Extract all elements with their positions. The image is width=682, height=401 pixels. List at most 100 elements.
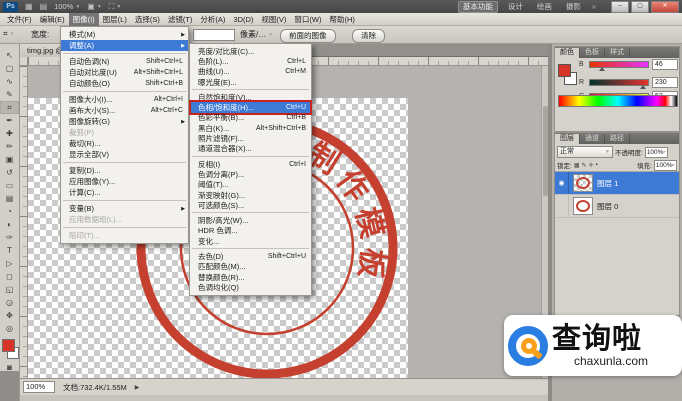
lock-pixels-icon[interactable]: ✎ xyxy=(581,162,586,169)
dodge-tool[interactable]: ◐ xyxy=(0,218,19,231)
layer-row-1[interactable]: ◉ 图层 1 xyxy=(555,172,679,195)
3d-camera-tool[interactable]: ◶ xyxy=(0,296,19,309)
slider-handle[interactable] xyxy=(640,85,646,89)
workspace-photography[interactable]: 摄影 xyxy=(562,2,585,12)
status-options-icon[interactable]: ▶ xyxy=(135,384,140,391)
channel-slider[interactable] xyxy=(589,79,649,86)
layer-row-0[interactable]: 图层 0 xyxy=(555,195,679,218)
zoom-tool[interactable]: ◎ xyxy=(0,322,19,335)
history-brush-tool[interactable]: ↺ xyxy=(0,166,19,179)
menu-edit[interactable]: 编辑(E) xyxy=(36,13,69,26)
menu-item[interactable]: 自动色调(N) Shift+Ctrl+L xyxy=(61,56,188,67)
menu-window[interactable]: 窗口(W) xyxy=(290,13,325,26)
eyedropper-tool[interactable]: ✒ xyxy=(0,114,19,127)
workspace-more-icon[interactable]: » xyxy=(592,2,596,11)
gradient-tool[interactable]: ▤ xyxy=(0,192,19,205)
menu-layer[interactable]: 图层(L) xyxy=(99,13,131,26)
menu-item[interactable]: 裁剪(P) xyxy=(61,127,188,138)
lock-position-icon[interactable]: ✛ xyxy=(589,162,594,169)
menu-item[interactable]: 应用数据组(L)... xyxy=(61,214,188,225)
menu-item[interactable]: 应用图像(Y)... xyxy=(61,176,188,187)
status-zoom-field[interactable]: 100% xyxy=(23,381,55,393)
menu-item[interactable]: 自动对比度(U) Alt+Shift+Ctrl+L xyxy=(61,67,188,78)
opacity-field[interactable]: 100% ▸ xyxy=(645,147,668,158)
tab-channels[interactable]: 通道 xyxy=(580,134,605,144)
menu-view[interactable]: 视图(V) xyxy=(257,13,290,26)
menu-item-mode[interactable]: 模式(M) ▶ xyxy=(61,29,188,40)
menu-item[interactable]: 自动颜色(O) Shift+Ctrl+B xyxy=(61,78,188,89)
pen-tool[interactable]: ✑ xyxy=(0,231,19,244)
menu-item[interactable]: 裁切(R)... xyxy=(61,138,188,149)
menu-item[interactable]: 图像大小(I)... Alt+Ctrl+I xyxy=(61,94,188,105)
clone-stamp-tool[interactable]: ▣ xyxy=(0,153,19,166)
menu-item[interactable]: 计算(C)... xyxy=(61,187,188,198)
zoom-level-control[interactable]: 100% ▼ xyxy=(54,2,80,11)
menu-item[interactable]: 变量(B) ▶ xyxy=(61,203,188,214)
menu-item-hue-saturation[interactable]: 色相/饱和度(H)... Ctrl+U xyxy=(190,102,311,112)
menu-3d[interactable]: 3D(D) xyxy=(229,13,257,26)
marquee-tool[interactable]: ▢ xyxy=(0,62,19,75)
restore-button[interactable]: ▢ xyxy=(631,1,649,13)
eraser-tool[interactable]: ▭ xyxy=(0,179,19,192)
foreground-color-swatch[interactable] xyxy=(2,339,15,352)
lock-transparent-icon[interactable]: ▦ xyxy=(574,162,580,169)
menu-filter[interactable]: 滤镜(T) xyxy=(164,13,197,26)
channel-value-field[interactable]: 46 xyxy=(652,59,678,70)
move-tool[interactable]: ↖ xyxy=(0,49,19,62)
brush-tool[interactable]: ✏ xyxy=(0,140,19,153)
menu-item[interactable]: 色阶(L)... Ctrl+L xyxy=(190,56,311,66)
menu-item[interactable]: 阴影/高光(W)... xyxy=(190,215,311,225)
view-extras-icon[interactable]: ▤ xyxy=(40,2,48,12)
menu-item[interactable]: 黑白(K)... Alt+Shift+Ctrl+B xyxy=(190,123,311,133)
channel-slider[interactable] xyxy=(589,61,649,68)
menu-item[interactable]: 渐变映射(G)... xyxy=(190,190,311,200)
menu-item[interactable]: 陷印(T)... xyxy=(61,230,188,241)
tool-preset-picker[interactable]: ⌗ ▼ xyxy=(3,29,14,39)
layer-thumbnail[interactable] xyxy=(573,174,593,192)
menu-item[interactable]: 复制(D)... xyxy=(61,165,188,176)
minimize-button[interactable]: – xyxy=(611,1,629,13)
menu-item[interactable]: 去色(D) Shift+Ctrl+U xyxy=(190,251,311,261)
3d-rotate-tool[interactable]: ◱ xyxy=(0,283,19,296)
visibility-eye-icon[interactable]: ◉ xyxy=(555,172,569,194)
slider-handle[interactable] xyxy=(599,67,605,71)
menu-item[interactable]: 色调均化(Q) xyxy=(190,282,311,292)
tab-color[interactable]: 颜色 xyxy=(555,48,580,58)
visibility-eye-icon[interactable] xyxy=(555,195,569,217)
menu-item[interactable]: 亮度/对比度(C)... xyxy=(190,46,311,56)
channel-value-field[interactable]: 230 xyxy=(652,77,678,88)
blur-tool[interactable]: ◔ xyxy=(0,205,19,218)
menu-item[interactable]: 曲线(U)... Ctrl+M xyxy=(190,67,311,77)
menu-analysis[interactable]: 分析(A) xyxy=(196,13,229,26)
fill-field[interactable]: 100% ▸ xyxy=(654,160,677,171)
menu-item[interactable]: 可选颜色(S)... xyxy=(190,200,311,210)
quick-selection-tool[interactable]: ✎ xyxy=(0,88,19,101)
layer-thumbnail[interactable] xyxy=(573,197,593,215)
menu-file[interactable]: 文件(F) xyxy=(3,13,36,26)
type-tool[interactable]: T xyxy=(0,244,19,257)
healing-brush-tool[interactable]: ✚ xyxy=(0,127,19,140)
close-button[interactable]: ✕ xyxy=(651,1,679,13)
menu-select[interactable]: 选择(S) xyxy=(131,13,164,26)
menu-item[interactable]: 显示全部(V) xyxy=(61,149,188,160)
menu-item[interactable]: 反相(I) Ctrl+I xyxy=(190,159,311,169)
menu-item[interactable]: 阈值(T)... xyxy=(190,180,311,190)
tab-paths[interactable]: 路径 xyxy=(605,134,630,144)
menu-item[interactable]: 通道混合器(X)... xyxy=(190,144,311,154)
foreground-color-well[interactable] xyxy=(558,64,571,77)
tab-styles[interactable]: 样式 xyxy=(605,48,630,58)
menu-item[interactable]: 自然饱和度(V)... xyxy=(190,92,311,102)
color-spectrum-ramp[interactable] xyxy=(558,95,678,107)
front-image-button[interactable]: 前面的图像 xyxy=(280,29,336,43)
menu-item[interactable]: 匹配颜色(M)... xyxy=(190,262,311,272)
blend-mode-select[interactable]: 正常 ▼ xyxy=(557,146,613,158)
screen-mode-control[interactable]: ⛶ ▼ xyxy=(109,2,122,12)
path-selection-tool[interactable]: ▷ xyxy=(0,257,19,270)
resolution-unit-select[interactable]: 像素/… ▼ xyxy=(240,29,273,40)
workspace-painting[interactable]: 绘画 xyxy=(533,2,556,12)
menu-help[interactable]: 帮助(H) xyxy=(326,13,359,26)
tab-layers[interactable]: 图层 xyxy=(555,134,580,144)
menu-item-adjustments[interactable]: 调整(A) ▶ xyxy=(61,40,188,51)
tab-swatches[interactable]: 色板 xyxy=(580,48,605,58)
workspace-essentials[interactable]: 基本功能 xyxy=(458,1,498,13)
